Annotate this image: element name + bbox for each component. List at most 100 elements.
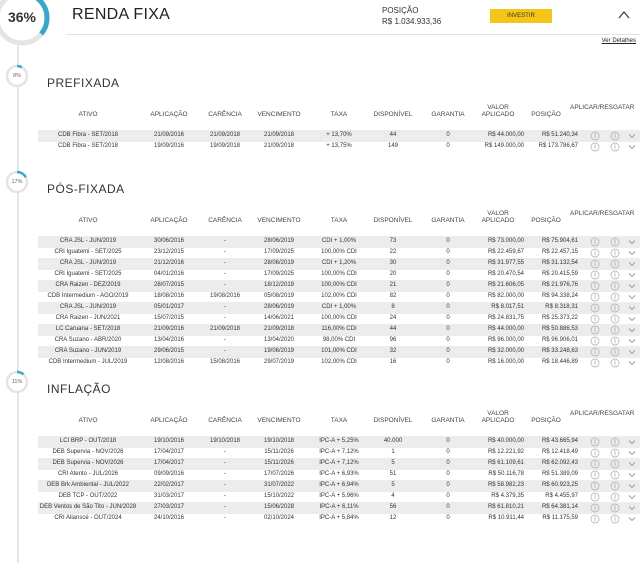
apply-icon[interactable] (590, 142, 600, 152)
apply-icon[interactable] (590, 347, 600, 357)
redeem-icon[interactable] (610, 248, 620, 258)
cell-carencia: 19/09/2018 (209, 143, 241, 149)
redeem-icon[interactable] (610, 437, 620, 447)
redeem-icon[interactable] (610, 347, 620, 357)
apply-icon[interactable] (590, 303, 600, 313)
chevron-down-icon[interactable] (627, 437, 637, 447)
redeem-icon[interactable] (610, 481, 620, 491)
apply-icon[interactable] (590, 481, 600, 491)
cell-ativo: CDB Intermedium - AGO/2019 (47, 293, 129, 299)
apply-icon[interactable] (590, 459, 600, 469)
chevron-down-icon[interactable] (627, 248, 637, 258)
apply-icon[interactable] (590, 358, 600, 368)
redeem-icon[interactable] (610, 358, 620, 368)
redeem-icon[interactable] (610, 131, 620, 141)
cell-disponivel: 32 (389, 348, 397, 354)
chevron-down-icon[interactable] (627, 131, 637, 141)
table-row[interactable]: CDB Intermedium - JUL/2019 12/08/2016 15/0… (38, 357, 640, 369)
redeem-icon[interactable] (610, 303, 620, 313)
redeem-icon[interactable] (610, 448, 620, 458)
redeem-icon[interactable] (610, 259, 620, 269)
redeem-icon[interactable] (610, 314, 620, 324)
cell-vencimento: 17/09/2025 (263, 249, 295, 255)
chevron-down-icon[interactable] (627, 237, 637, 247)
redeem-icon[interactable] (610, 142, 620, 152)
cell-valor-aplicado: R$ 61.810,21 (487, 504, 524, 510)
chevron-down-icon[interactable] (627, 292, 637, 302)
chevron-down-icon[interactable] (627, 281, 637, 291)
chevron-down-icon[interactable] (627, 303, 637, 313)
apply-icon[interactable] (590, 259, 600, 269)
chevron-up-icon[interactable] (617, 8, 631, 22)
redeem-icon[interactable] (610, 336, 620, 346)
apply-icon[interactable] (590, 448, 600, 458)
cell-carencia: 19/08/2016 (209, 293, 241, 299)
apply-icon[interactable] (590, 131, 600, 141)
chevron-down-icon[interactable] (627, 492, 637, 502)
redeem-icon[interactable] (610, 292, 620, 302)
apply-icon[interactable] (590, 336, 600, 346)
redeem-icon[interactable] (610, 237, 620, 247)
apply-icon[interactable] (590, 325, 600, 335)
chevron-down-icon[interactable] (627, 459, 637, 469)
chevron-down-icon[interactable] (627, 347, 637, 357)
cell-taxa: IPC-A + 6,93% (319, 471, 359, 477)
cell-disponivel: 5 (391, 482, 395, 488)
redeem-icon[interactable] (610, 325, 620, 335)
invest-button[interactable]: INVESTIR (490, 9, 552, 23)
chevron-down-icon[interactable] (627, 448, 637, 458)
redeem-icon[interactable] (610, 470, 620, 480)
redeem-icon[interactable] (610, 270, 620, 280)
cell-carencia: 19/10/2018 (209, 438, 241, 444)
chevron-down-icon[interactable] (627, 142, 637, 152)
apply-icon[interactable] (590, 503, 600, 513)
chevron-down-icon[interactable] (627, 481, 637, 491)
chevron-down-icon[interactable] (627, 314, 637, 324)
details-link[interactable]: Ver Detalhes (602, 38, 636, 44)
cell-aplicacao: 17/04/2017 (153, 460, 185, 466)
apply-icon[interactable] (590, 314, 600, 324)
cell-garantia: 0 (446, 326, 450, 332)
redeem-icon[interactable] (610, 459, 620, 469)
chevron-down-icon[interactable] (627, 325, 637, 335)
redeem-icon[interactable] (610, 514, 620, 524)
redeem-icon[interactable] (610, 503, 620, 513)
column-header-posicao: POSIÇÃO (531, 417, 561, 424)
cell-taxa: CDI + 1,00% (321, 238, 357, 244)
section-title: INFLAÇÃO (47, 382, 112, 396)
redeem-icon[interactable] (610, 281, 620, 291)
cell-ativo: DEB Supervia - NOV/2026 (52, 449, 124, 455)
cell-taxa: 100,00% CDI (321, 315, 357, 321)
cell-vencimento: 28/06/2019 (263, 304, 295, 310)
cell-valor-aplicado: R$ 96.000,00 (487, 337, 524, 343)
chevron-down-icon[interactable] (627, 514, 637, 524)
chevron-down-icon[interactable] (627, 358, 637, 368)
cell-posicao: R$ 33.248,63 (541, 348, 578, 354)
apply-icon[interactable] (590, 492, 600, 502)
apply-icon[interactable] (590, 470, 600, 480)
redeem-icon[interactable] (610, 492, 620, 502)
apply-icon[interactable] (590, 237, 600, 247)
cell-garantia: 0 (446, 293, 450, 299)
apply-icon[interactable] (590, 514, 600, 524)
cell-taxa: IPC-A + 6,11% (319, 504, 359, 510)
cell-ativo: CRA Raizen - DEZ/2019 (55, 282, 121, 288)
cell-taxa: + 13,75% (326, 143, 352, 149)
apply-icon[interactable] (590, 437, 600, 447)
table-row[interactable]: CDB Fibra - SET/2018 19/09/2016 19/09/2018… (38, 141, 640, 153)
chevron-down-icon[interactable] (627, 503, 637, 513)
apply-icon[interactable] (590, 270, 600, 280)
chevron-down-icon[interactable] (627, 470, 637, 480)
table-row[interactable]: CRI Alianscé - OUT/2024 24/10/2016 - 02/10/… (38, 513, 640, 525)
apply-icon[interactable] (590, 292, 600, 302)
chevron-down-icon[interactable] (627, 270, 637, 280)
cell-posicao: R$ 60.923,25 (541, 482, 578, 488)
section-progress-label: 17% (11, 179, 23, 185)
chevron-down-icon[interactable] (627, 259, 637, 269)
apply-icon[interactable] (590, 248, 600, 258)
apply-icon[interactable] (590, 281, 600, 291)
total-progress-label: 36% (7, 9, 37, 25)
cell-posicao: R$ 4.455,97 (545, 493, 578, 499)
cell-vencimento: 21/09/2018 (263, 326, 295, 332)
chevron-down-icon[interactable] (627, 336, 637, 346)
